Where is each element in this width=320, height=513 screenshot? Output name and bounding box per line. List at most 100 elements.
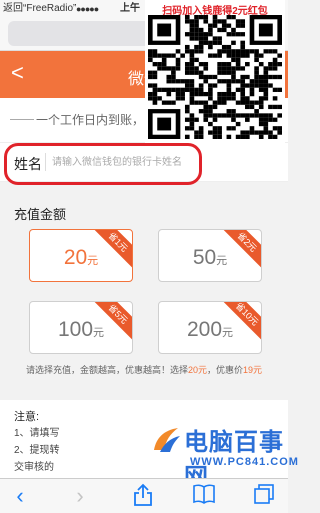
qr-module	[277, 130, 282, 135]
back-to-app-link[interactable]: 返回“FreeRadio”	[3, 0, 76, 18]
qr-module	[166, 91, 172, 97]
qr-module	[148, 74, 153, 80]
name-label: 姓名	[14, 156, 42, 172]
qr-module	[231, 91, 236, 97]
qr-module	[245, 49, 250, 54]
qr-module	[166, 74, 172, 80]
back-arrow-icon[interactable]: ‹	[6, 483, 34, 509]
qr-module	[152, 53, 158, 58]
qr-module	[203, 117, 209, 122]
qr-module	[203, 62, 209, 67]
qr-module	[184, 32, 190, 37]
qr-module	[254, 49, 259, 54]
qr-module	[208, 87, 213, 92]
qr-module	[258, 121, 264, 127]
watermark: 电脑百事网 WWW.PC841.COM	[150, 420, 298, 491]
qr-module	[263, 121, 269, 127]
qr-module	[249, 113, 255, 118]
amount-option-50[interactable]: 省2元 50元	[158, 229, 262, 282]
qr-module	[208, 74, 213, 80]
divider	[10, 119, 34, 120]
qr-module	[180, 87, 185, 92]
qr-module	[198, 91, 204, 97]
qr-module	[258, 79, 264, 84]
qr-module	[208, 40, 213, 45]
notice-text: 一个工作日内到账，	[36, 113, 145, 127]
qr-module	[231, 109, 236, 114]
qr-module	[152, 87, 158, 92]
qr-module	[203, 40, 209, 45]
qr-module	[258, 83, 264, 88]
qr-module	[208, 23, 213, 28]
qr-module	[194, 70, 199, 75]
qr-module	[217, 19, 222, 24]
qr-module	[226, 96, 232, 101]
qr-module	[226, 109, 232, 114]
amount-option-100[interactable]: 省5元 100元	[29, 301, 133, 354]
qr-module	[258, 104, 264, 110]
qr-module	[171, 79, 176, 84]
qr-module	[217, 100, 222, 105]
qr-module	[217, 49, 222, 54]
qr-module	[152, 70, 158, 75]
name-input[interactable]	[52, 152, 202, 172]
qr-module	[263, 91, 269, 97]
qr-module	[189, 23, 195, 28]
qr-module	[208, 32, 213, 37]
watermark-url: WWW.PC841.COM	[190, 456, 299, 468]
qr-module	[245, 96, 250, 101]
qr-module	[221, 100, 227, 105]
qr-module	[245, 113, 250, 118]
forward-arrow-icon[interactable]: ›	[66, 483, 94, 509]
qr-module	[152, 100, 158, 105]
qr-module	[277, 126, 282, 131]
qr-module	[148, 53, 153, 58]
qr-module	[217, 27, 222, 33]
amount-option-20[interactable]: 省1元 20元	[29, 229, 133, 282]
qr-module	[208, 44, 213, 50]
share-icon[interactable]	[129, 483, 157, 509]
qr-module	[203, 32, 209, 37]
qr-module	[235, 87, 241, 92]
qr-module	[221, 66, 227, 71]
qr-module	[198, 126, 204, 131]
qr-module	[152, 96, 158, 101]
qr-module	[263, 87, 269, 92]
qr-module	[226, 113, 232, 118]
qr-module	[180, 79, 185, 84]
qr-module	[189, 62, 195, 67]
amount-option-200[interactable]: 省10元 200元	[158, 301, 262, 354]
qr-module	[184, 19, 190, 24]
qr-module	[245, 74, 250, 80]
qr-module	[184, 109, 190, 114]
qr-module	[235, 100, 241, 105]
qr-module	[240, 66, 246, 71]
qr-module	[198, 74, 204, 80]
qr-module	[240, 100, 246, 105]
bookmarks-icon[interactable]	[190, 483, 218, 509]
qr-module	[217, 96, 222, 101]
qr-module	[263, 66, 269, 71]
qr-module	[198, 70, 204, 75]
qr-module	[231, 74, 236, 80]
qr-module	[249, 91, 255, 97]
qr-module	[180, 91, 185, 97]
tabs-icon[interactable]	[250, 483, 278, 509]
qr-module	[221, 113, 227, 118]
qr-module	[184, 83, 190, 88]
qr-module	[235, 49, 241, 54]
qr-module	[184, 117, 190, 122]
qr-module	[268, 49, 273, 54]
qr-module	[245, 104, 250, 110]
qr-module	[226, 87, 232, 92]
qr-module	[221, 79, 227, 84]
qr-module	[226, 126, 232, 131]
qr-module	[208, 130, 213, 135]
qr-module	[180, 53, 185, 58]
qr-module	[194, 27, 199, 33]
qr-module	[240, 19, 246, 24]
qr-module	[184, 70, 190, 75]
qr-module	[263, 83, 269, 88]
qr-module	[194, 36, 199, 41]
qr-module	[152, 74, 158, 80]
